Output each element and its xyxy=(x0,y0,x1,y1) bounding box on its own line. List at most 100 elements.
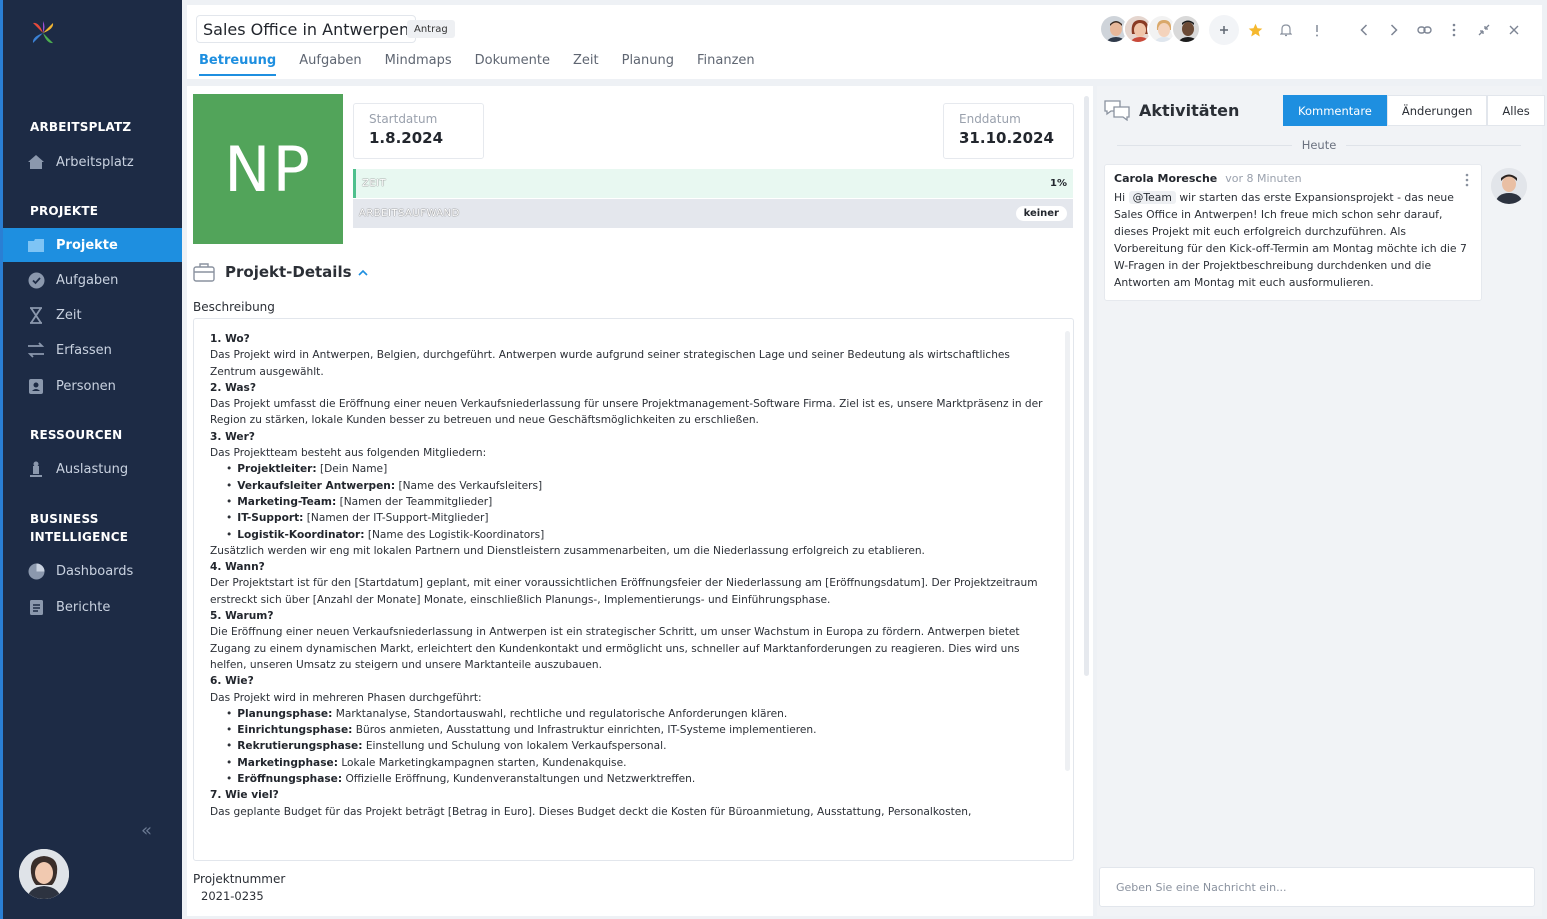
bell-icon[interactable] xyxy=(1271,15,1301,45)
activity-panel: Aktivitäten Kommentare Änderungen Alles … xyxy=(1097,86,1545,916)
chevron-up-icon[interactable] xyxy=(357,265,368,279)
start-date-card[interactable]: Startdatum 1.8.2024 xyxy=(353,103,484,159)
comment-author[interactable]: Carola Moresche xyxy=(1114,172,1217,185)
project-initials-tile[interactable]: NP xyxy=(193,94,343,244)
description-label: Beschreibung xyxy=(193,300,275,314)
filter-alles[interactable]: Alles xyxy=(1487,95,1545,126)
person-stand-icon xyxy=(27,460,45,478)
section-projekte: PROJEKTE xyxy=(30,204,99,218)
more-vertical-icon[interactable] xyxy=(1465,173,1469,191)
effort-label: ARBEITSAUFWAND xyxy=(359,208,460,219)
sidebar-item-label: Erfassen xyxy=(56,342,112,358)
sidebar-item-personen[interactable]: Personen xyxy=(3,369,182,403)
tab-zeit[interactable]: Zeit xyxy=(573,53,599,76)
project-tabs: Betreuung Aufgaben Mindmaps Dokumente Ze… xyxy=(199,53,778,76)
comment-header: Carola Moresche vor 8 Minuten xyxy=(1114,172,1472,185)
description-heading: 2. Was? xyxy=(210,381,256,394)
minimize-icon[interactable] xyxy=(1469,15,1499,45)
star-icon[interactable] xyxy=(1240,15,1270,45)
app-logo-icon[interactable] xyxy=(30,20,56,46)
list-item: Marketing-Team: [Namen der Teammitgliede… xyxy=(210,494,1057,510)
comment-author-avatar[interactable] xyxy=(1491,168,1527,204)
chevron-left-icon[interactable] xyxy=(1349,15,1379,45)
chevron-right-icon[interactable] xyxy=(1379,15,1409,45)
description-heading: 5. Warum? xyxy=(210,610,274,623)
main-scrollbar[interactable] xyxy=(1084,96,1089,676)
sidebar-item-berichte[interactable]: Berichte xyxy=(3,590,182,624)
effort-value: keiner xyxy=(1015,206,1067,221)
header-actions xyxy=(1209,15,1333,45)
more-vertical-icon[interactable] xyxy=(1439,15,1469,45)
tab-betreuung[interactable]: Betreuung xyxy=(199,53,277,76)
comment-card[interactable]: Carola Moresche vor 8 Minuten Hi @Team w… xyxy=(1104,164,1482,301)
sidebar-item-label: Personen xyxy=(56,378,116,394)
time-progress-label: ZEIT xyxy=(362,178,387,189)
list-item: Rekrutierungsphase: Einstellung und Schu… xyxy=(210,738,1057,754)
tab-mindmaps[interactable]: Mindmaps xyxy=(385,53,452,76)
description-heading: 3. Wer? xyxy=(210,430,255,443)
tab-aufgaben[interactable]: Aufgaben xyxy=(299,53,361,76)
collapse-sidebar-icon[interactable]: « xyxy=(141,820,152,841)
sidebar-item-projekte[interactable]: Projekte xyxy=(3,228,182,262)
project-details-toggle[interactable]: Projekt-Details xyxy=(193,262,368,282)
description-paragraph: Das Projekt wird in Antwerpen, Belgien, … xyxy=(210,349,1010,378)
tab-dokumente[interactable]: Dokumente xyxy=(475,53,550,76)
check-circle-icon xyxy=(27,271,45,289)
status-badge[interactable]: Antrag xyxy=(407,20,455,38)
sidebar-item-aufgaben[interactable]: Aufgaben xyxy=(3,263,182,297)
effort-bar[interactable]: ARBEITSAUFWAND keiner xyxy=(353,199,1073,228)
end-date-label: Enddatum xyxy=(959,112,1021,126)
end-date-card[interactable]: Enddatum 31.10.2024 xyxy=(943,103,1074,159)
description-heading: 1. Wo? xyxy=(210,333,250,345)
description-paragraph: Das geplante Budget für das Projekt betr… xyxy=(210,805,972,818)
tab-planung[interactable]: Planung xyxy=(622,53,674,76)
sidebar-item-zeit[interactable]: Zeit xyxy=(3,298,182,332)
end-date-value: 31.10.2024 xyxy=(959,129,1054,147)
start-date-label: Startdatum xyxy=(369,112,438,126)
user-avatar[interactable] xyxy=(19,849,69,899)
description-paragraph: Das Projekt umfasst die Eröffnung einer … xyxy=(210,398,1043,427)
day-separator: Heute xyxy=(1107,138,1531,152)
list-item: Einrichtungsphase: Büros anmieten, Ausst… xyxy=(210,722,1057,738)
description-editor[interactable]: 1. Wo? Das Projekt wird in Antwerpen, Be… xyxy=(193,318,1074,861)
tab-finanzen[interactable]: Finanzen xyxy=(697,53,755,76)
list-item: Planungsphase: Marktanalyse, Standortaus… xyxy=(210,706,1057,722)
filter-aenderungen[interactable]: Änderungen xyxy=(1386,95,1488,126)
sidebar-item-dashboards[interactable]: Dashboards xyxy=(3,554,182,588)
mention-tag[interactable]: @Team xyxy=(1128,191,1176,204)
contact-card-icon xyxy=(27,377,45,395)
project-number-label: Projektnummer xyxy=(193,872,286,886)
message-input[interactable] xyxy=(1099,867,1535,907)
add-icon[interactable] xyxy=(1209,15,1239,45)
alert-icon[interactable] xyxy=(1302,15,1332,45)
sidebar-item-arbeitsplatz[interactable]: Arbeitsplatz xyxy=(3,145,182,179)
description-scrollbar[interactable] xyxy=(1065,331,1070,771)
list-item: Logistik-Koordinator: [Name des Logistik… xyxy=(210,527,1057,543)
project-main-panel: NP Startdatum 1.8.2024 Enddatum 31.10.20… xyxy=(187,86,1093,916)
sidebar-item-label: Zeit xyxy=(56,307,82,323)
list-item: Marketingphase: Lokale Marketingkampagne… xyxy=(210,755,1057,771)
project-header: Sales Office in Antwerpen Antrag Betreuu… xyxy=(187,5,1542,79)
sidebar-item-label: Projekte xyxy=(56,237,118,253)
start-date-value: 1.8.2024 xyxy=(369,129,444,147)
avatar[interactable] xyxy=(1171,14,1201,44)
sidebar-item-auslastung[interactable]: Auslastung xyxy=(3,452,182,486)
chat-bubbles-icon xyxy=(1103,99,1131,122)
window-controls xyxy=(1349,15,1529,45)
team-avatars[interactable] xyxy=(1099,14,1201,44)
link-icon[interactable] xyxy=(1409,15,1439,45)
home-icon xyxy=(27,153,45,171)
project-title[interactable]: Sales Office in Antwerpen xyxy=(196,15,417,43)
sidebar-item-erfassen[interactable]: Erfassen xyxy=(3,333,182,367)
sidebar-item-label: Aufgaben xyxy=(56,272,119,288)
sidebar-item-label: Dashboards xyxy=(56,563,134,579)
briefcase-icon xyxy=(193,262,215,282)
comment-time: vor 8 Minuten xyxy=(1225,172,1302,185)
description-paragraph: Das Projektteam besteht aus folgenden Mi… xyxy=(210,447,487,460)
list-item: Projektleiter: [Dein Name] xyxy=(210,461,1057,477)
close-icon[interactable] xyxy=(1499,15,1529,45)
filter-kommentare[interactable]: Kommentare xyxy=(1283,95,1387,126)
time-progress-bar[interactable]: ZEIT 1% xyxy=(353,169,1073,198)
list-item: Eröffnungsphase: Offizielle Eröffnung, K… xyxy=(210,771,1057,787)
time-progress-value: 1% xyxy=(1050,178,1067,189)
